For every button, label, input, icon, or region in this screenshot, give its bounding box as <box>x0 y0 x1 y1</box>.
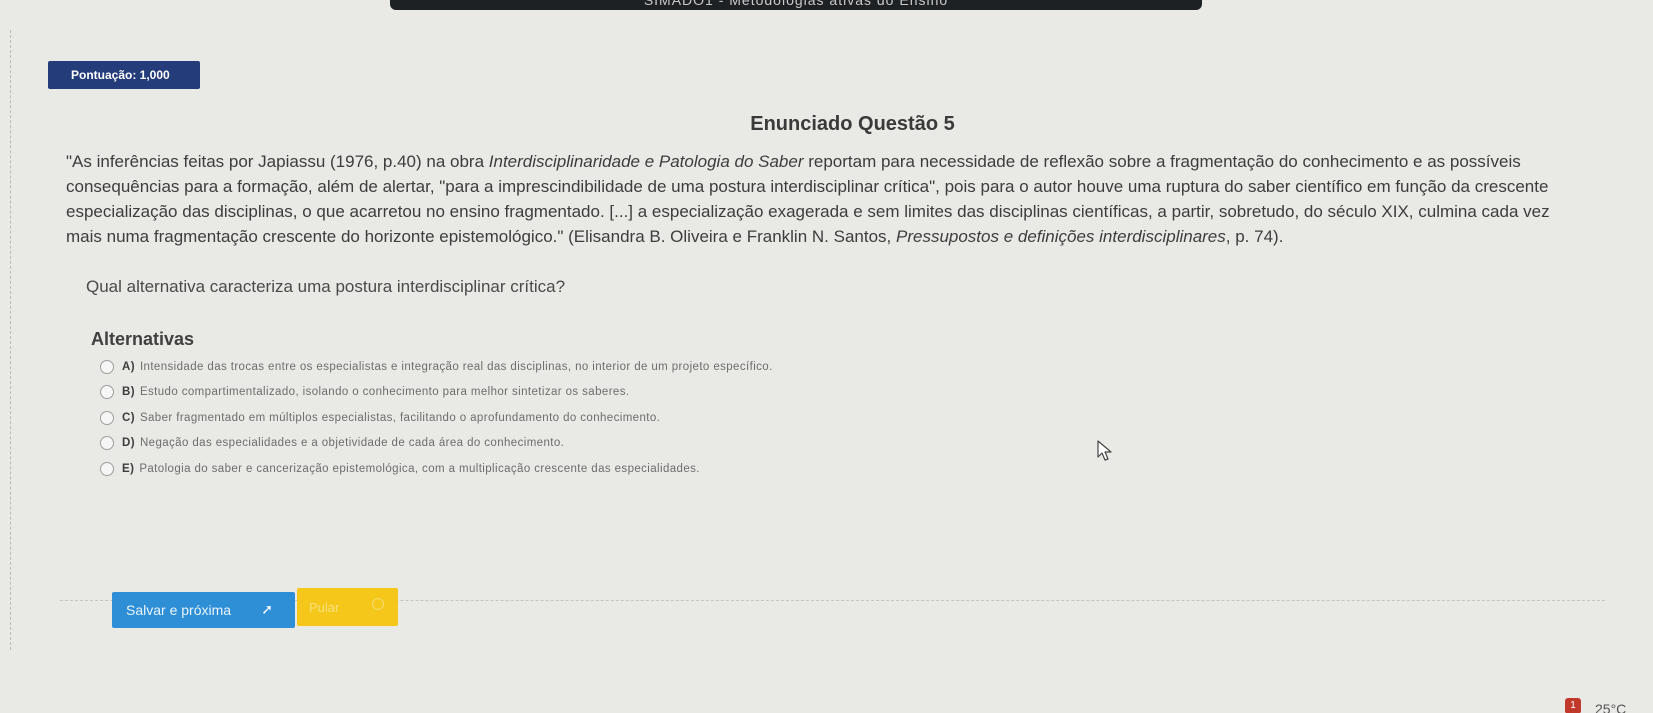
alternatives-heading: Alternativas <box>91 329 195 349</box>
alternative-b[interactable]: B) Estudo compartimentalizado, isolando … <box>100 380 1605 406</box>
mouse-pointer-icon <box>1097 440 1112 461</box>
alternative-text: Saber fragmentado em múltiplos especiali… <box>139 411 661 424</box>
alternative-letter: B) <box>122 386 135 399</box>
source-title: Pressupostos e definições interdisciplin… <box>895 227 1226 246</box>
window-title-bar: SIMADO1 - Metodologias ativas do Ensino <box>390 0 1202 10</box>
alternative-e[interactable]: E) Patologia do saber e cancerização epi… <box>100 456 1605 482</box>
alternative-a[interactable]: A) Intensidade das trocas entre os espec… <box>100 354 1605 380</box>
skip-button[interactable]: Pular <box>297 588 398 626</box>
radio-e[interactable] <box>100 461 114 476</box>
statement-text-3: , p. 74). <box>1225 227 1284 246</box>
alternative-letter: C) <box>122 411 135 424</box>
question-panel: Enunciado Questão 5 "As inferências feit… <box>60 100 1605 482</box>
alternative-letter: A) <box>122 360 135 373</box>
question-statement: "As inferências feitas por Japiassu (197… <box>60 149 1566 249</box>
alternative-d[interactable]: D) Negação das especialidades e a objeti… <box>100 431 1605 457</box>
save-next-label: Salvar e próxima <box>126 602 232 618</box>
alternative-text: Estudo compartimentalizado, isolando o c… <box>139 386 630 399</box>
radio-d[interactable] <box>100 436 114 451</box>
question-prompt: Qual alternativa caracteriza uma postura… <box>86 277 566 296</box>
radio-b[interactable] <box>100 385 114 400</box>
notification-badge[interactable]: 1 <box>1565 698 1581 713</box>
score-badge: Pontuação: 1,000 <box>48 61 200 89</box>
window-title: SIMADO1 - Metodologias ativas do Ensino <box>643 0 949 8</box>
skip-label: Pular <box>309 599 340 615</box>
alternative-text: Patologia do saber e cancerização episte… <box>139 462 700 475</box>
alternative-text: Intensidade das trocas entre os especial… <box>139 360 773 373</box>
weather-temperature[interactable]: 25°C <box>1595 701 1626 713</box>
alternative-text: Negação das especialidades e a objetivid… <box>139 437 565 450</box>
skip-circle-icon <box>372 598 384 610</box>
arrow-up-right-icon: ➚ <box>261 601 273 617</box>
radio-a[interactable] <box>100 359 114 374</box>
book-title: Interdisciplinaridade e Patologia do Sab… <box>488 152 804 171</box>
statement-text-1: "As inferências feitas por Japiassu (197… <box>66 152 489 171</box>
alternative-letter: D) <box>122 437 135 450</box>
alternative-c[interactable]: C) Saber fragmentado em múltiplos especi… <box>100 405 1605 431</box>
alternatives-list: A) Intensidade das trocas entre os espec… <box>60 354 1605 482</box>
alternative-letter: E) <box>122 462 135 475</box>
question-title: Enunciado Questão 5 <box>750 113 955 135</box>
panel-left-border <box>10 30 13 650</box>
save-next-button[interactable]: Salvar e próxima ➚ <box>112 592 295 628</box>
radio-c[interactable] <box>100 410 114 425</box>
